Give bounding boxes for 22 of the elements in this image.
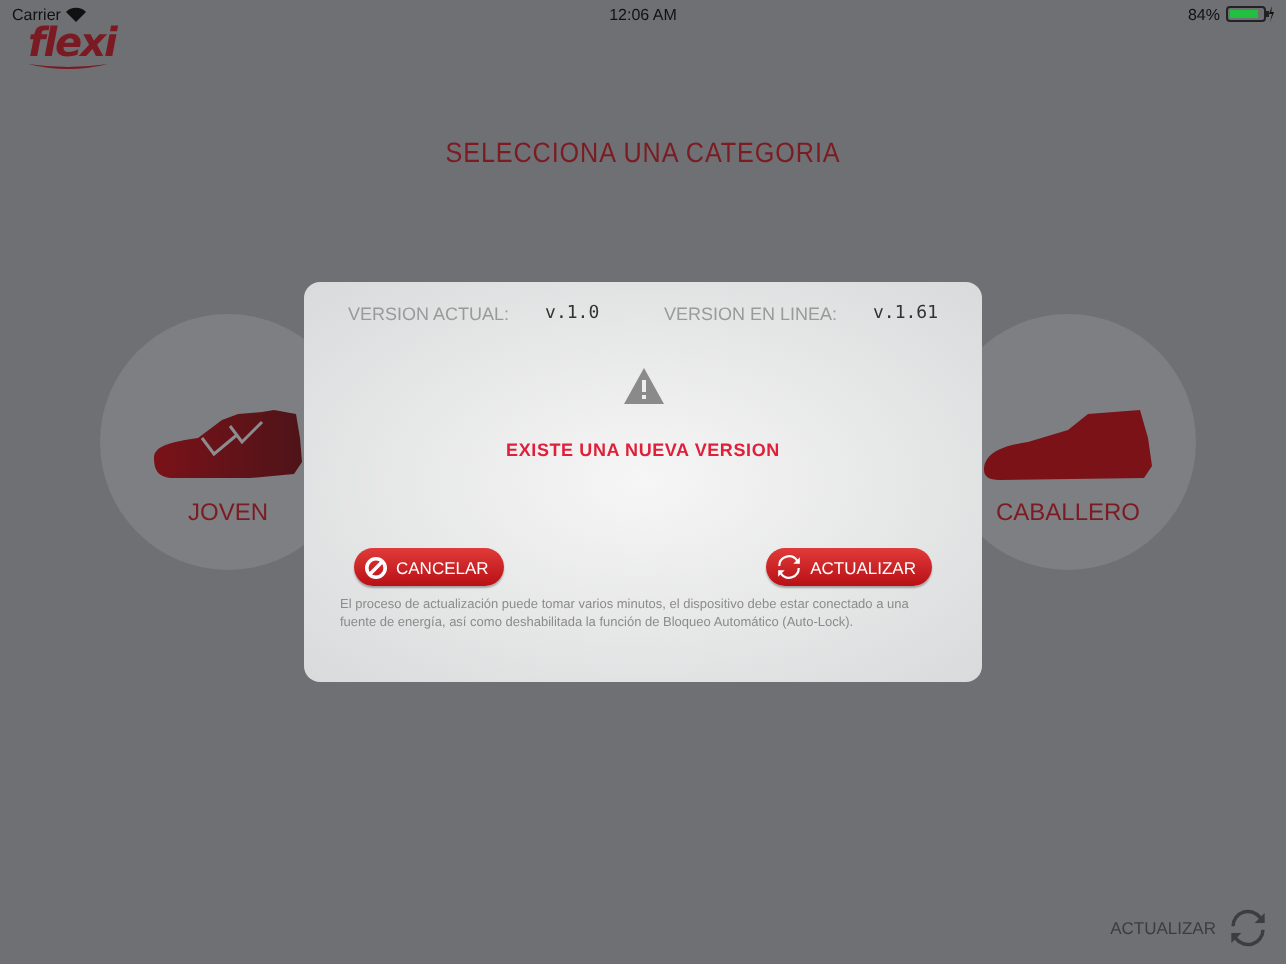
clock-time: 12:06 AM	[609, 5, 677, 23]
cancel-button[interactable]: CANCELAR	[354, 548, 505, 586]
update-button[interactable]: ACTUALIZAR	[766, 548, 932, 586]
current-version-value: v.1.0	[545, 304, 600, 324]
wifi-icon	[66, 6, 87, 22]
update-message: EXISTE UNA NUEVA VERSION	[506, 440, 780, 460]
page-heading: SELECCIONA UNA CATEGORIA	[445, 136, 841, 168]
shoe-icon	[980, 410, 1156, 482]
online-version-value: v.1.61	[872, 304, 938, 324]
swoosh-icon	[28, 62, 108, 72]
online-version-label: VERSION EN LINEA:	[663, 304, 837, 324]
prohibited-icon	[364, 555, 388, 579]
sneaker-icon	[150, 410, 306, 482]
refresh-icon	[1228, 908, 1268, 948]
carrier-label: Carrier	[12, 5, 61, 23]
category-label: CABALLERO	[995, 498, 1141, 526]
category-label: JOVEN	[187, 498, 268, 526]
battery-icon	[1226, 6, 1274, 22]
brand-logo: flexi	[28, 22, 116, 62]
refresh-icon	[776, 554, 803, 580]
warning-icon	[623, 368, 663, 404]
battery-percent: 84%	[1187, 5, 1220, 23]
